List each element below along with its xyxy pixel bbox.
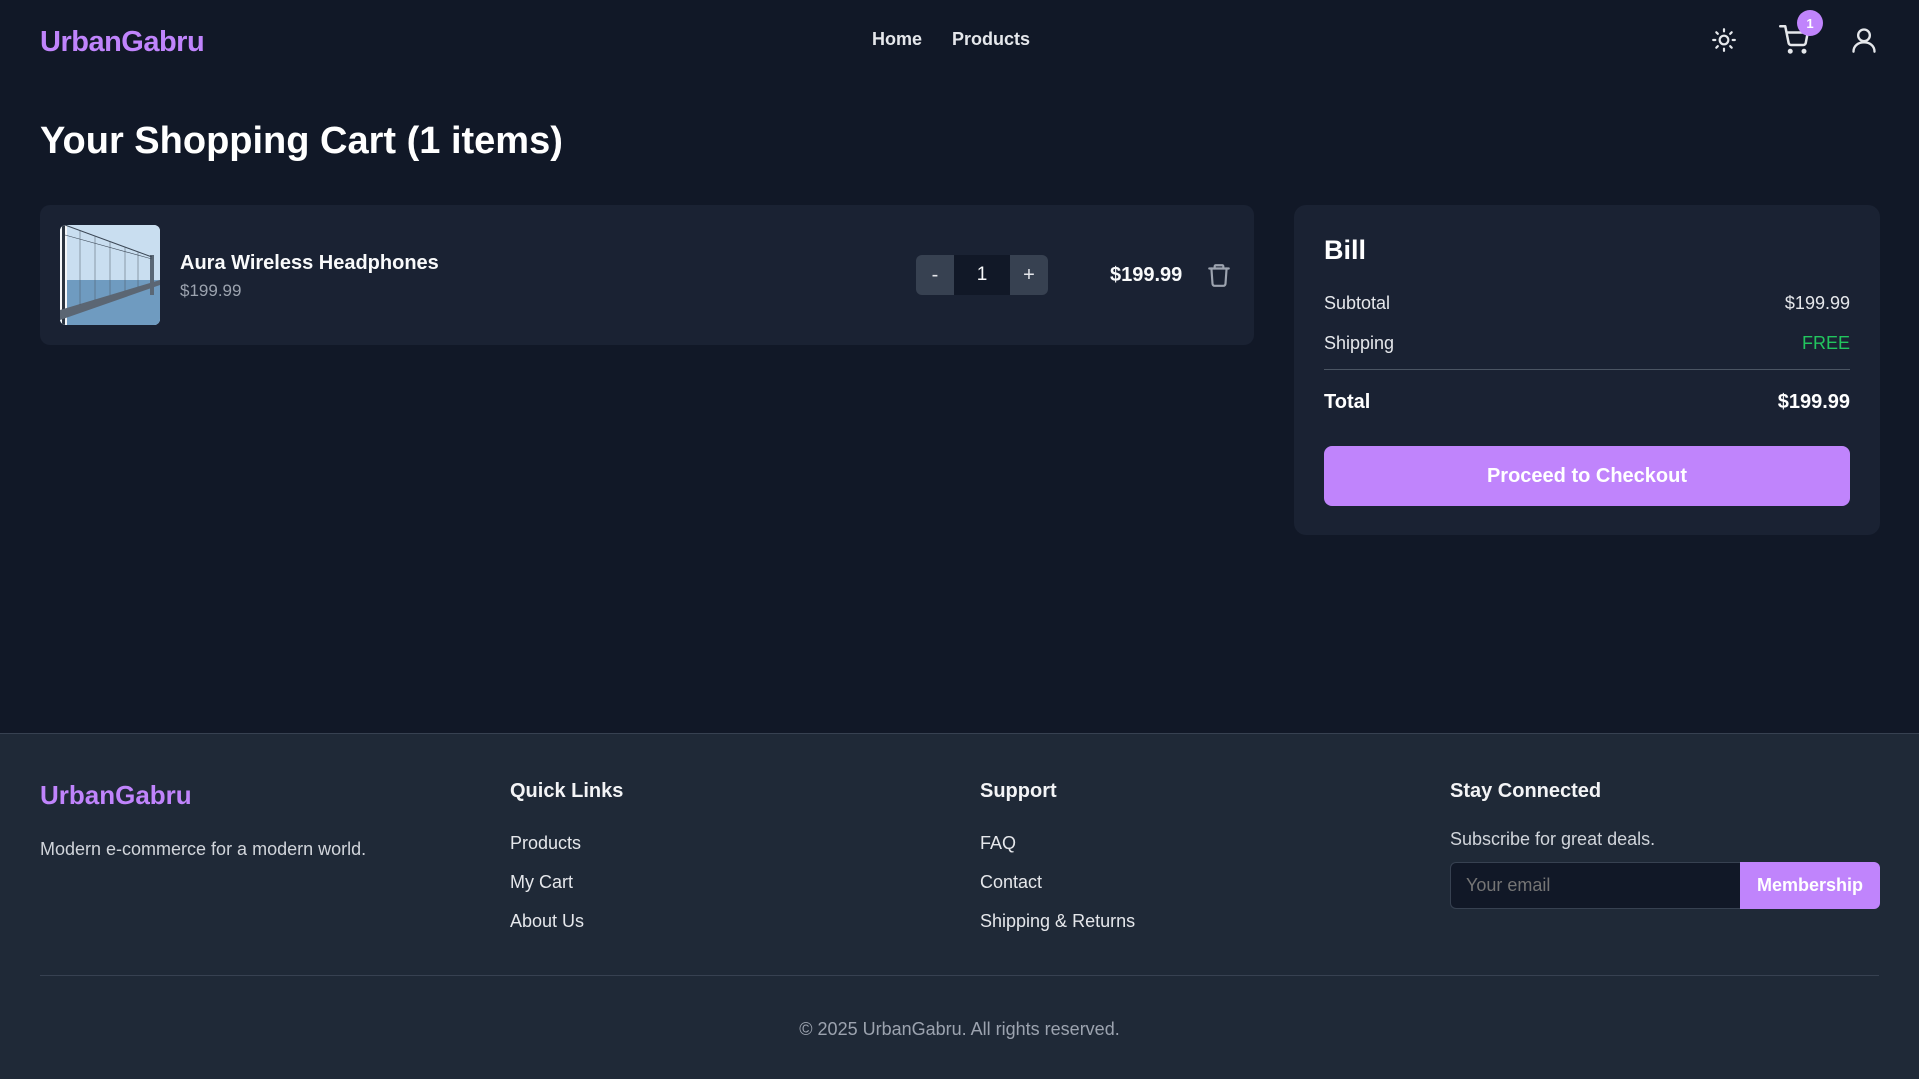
- subtotal-row: Subtotal $199.99: [1324, 293, 1850, 314]
- footer-tagline: Modern e-commerce for a modern world.: [40, 839, 367, 859]
- shipping-value: FREE: [1801, 333, 1850, 353]
- decrease-quantity-button[interactable]: -: [916, 255, 954, 295]
- theme-toggle-button[interactable]: [1709, 18, 1739, 62]
- nav-home-link[interactable]: Home: [872, 29, 922, 50]
- stay-connected-heading: Stay Connected: [1450, 780, 1602, 802]
- footer-support: Support FAQ Contact Shipping & Returns: [980, 780, 1135, 932]
- shipping-row: Shipping FREE: [1324, 333, 1850, 354]
- site-header: UrbanGabru Home Products 1: [0, 0, 1919, 84]
- copyright-text: © 2025 UrbanGabru. All rights reserved.: [799, 1019, 1120, 1039]
- shipping-label: Shipping: [1324, 333, 1395, 353]
- line-total: $199.99: [1110, 264, 1183, 286]
- footer-divider: [40, 975, 1879, 976]
- footer-link-faq[interactable]: FAQ: [980, 833, 1135, 854]
- quantity-value: 1: [954, 255, 1010, 295]
- site-footer: UrbanGabru Modern e-commerce for a moder…: [0, 733, 1919, 1079]
- footer-logo[interactable]: UrbanGabru: [40, 780, 366, 811]
- subscribe-text: Subscribe for great deals.: [1450, 829, 1656, 849]
- bill-summary: Bill Subtotal $199.99 Shipping FREE Tota…: [1294, 205, 1880, 535]
- bill-title: Bill: [1324, 235, 1367, 265]
- email-input[interactable]: [1450, 862, 1740, 909]
- subtotal-value: $199.99: [1784, 293, 1850, 313]
- footer-connect: Stay Connected Subscribe for great deals…: [1450, 780, 1880, 909]
- sun-icon: [1712, 28, 1736, 52]
- product-thumbnail[interactable]: [60, 225, 160, 325]
- quick-links-heading: Quick Links: [510, 780, 624, 802]
- checkout-button[interactable]: Proceed to Checkout: [1324, 446, 1850, 506]
- remove-item-button[interactable]: [1206, 261, 1232, 289]
- footer-link-shipping-returns[interactable]: Shipping & Returns: [980, 911, 1135, 932]
- account-button[interactable]: [1849, 18, 1879, 62]
- footer-link-my-cart[interactable]: My Cart: [510, 872, 623, 893]
- product-unit-price: $199.99: [180, 281, 242, 300]
- nav-products-link[interactable]: Products: [952, 29, 1030, 50]
- trash-icon: [1208, 264, 1230, 287]
- footer-link-products[interactable]: Products: [510, 833, 623, 854]
- footer-link-contact[interactable]: Contact: [980, 872, 1135, 893]
- footer-brand-column: UrbanGabru Modern e-commerce for a moder…: [40, 780, 366, 860]
- footer-link-about-us[interactable]: About Us: [510, 911, 623, 932]
- page-title: Your Shopping Cart (1 items): [40, 120, 563, 162]
- header-actions: 1: [1709, 10, 1879, 62]
- subtotal-label: Subtotal: [1324, 293, 1391, 313]
- cart-item-row: Aura Wireless Headphones $199.99 - 1 + $…: [40, 205, 1254, 345]
- membership-button[interactable]: Membership: [1740, 862, 1880, 909]
- footer-quick-links: Quick Links Products My Cart About Us: [510, 780, 623, 932]
- bill-divider: [1324, 369, 1850, 370]
- cart-button[interactable]: 1: [1779, 10, 1823, 62]
- total-value: $199.99: [1777, 391, 1850, 413]
- increase-quantity-button[interactable]: +: [1010, 255, 1048, 295]
- bridge-image: [60, 225, 160, 325]
- brand-logo[interactable]: UrbanGabru: [40, 26, 205, 59]
- main-nav: Home Products: [872, 29, 1030, 50]
- product-name[interactable]: Aura Wireless Headphones: [180, 252, 439, 275]
- user-icon: [1852, 28, 1876, 53]
- newsletter-form: Membership: [1450, 862, 1880, 909]
- cart-count-badge: 1: [1797, 10, 1823, 36]
- total-row: Total $199.99: [1324, 391, 1850, 414]
- total-label: Total: [1324, 391, 1371, 413]
- quantity-stepper: - 1 +: [916, 255, 1048, 295]
- support-heading: Support: [980, 780, 1057, 802]
